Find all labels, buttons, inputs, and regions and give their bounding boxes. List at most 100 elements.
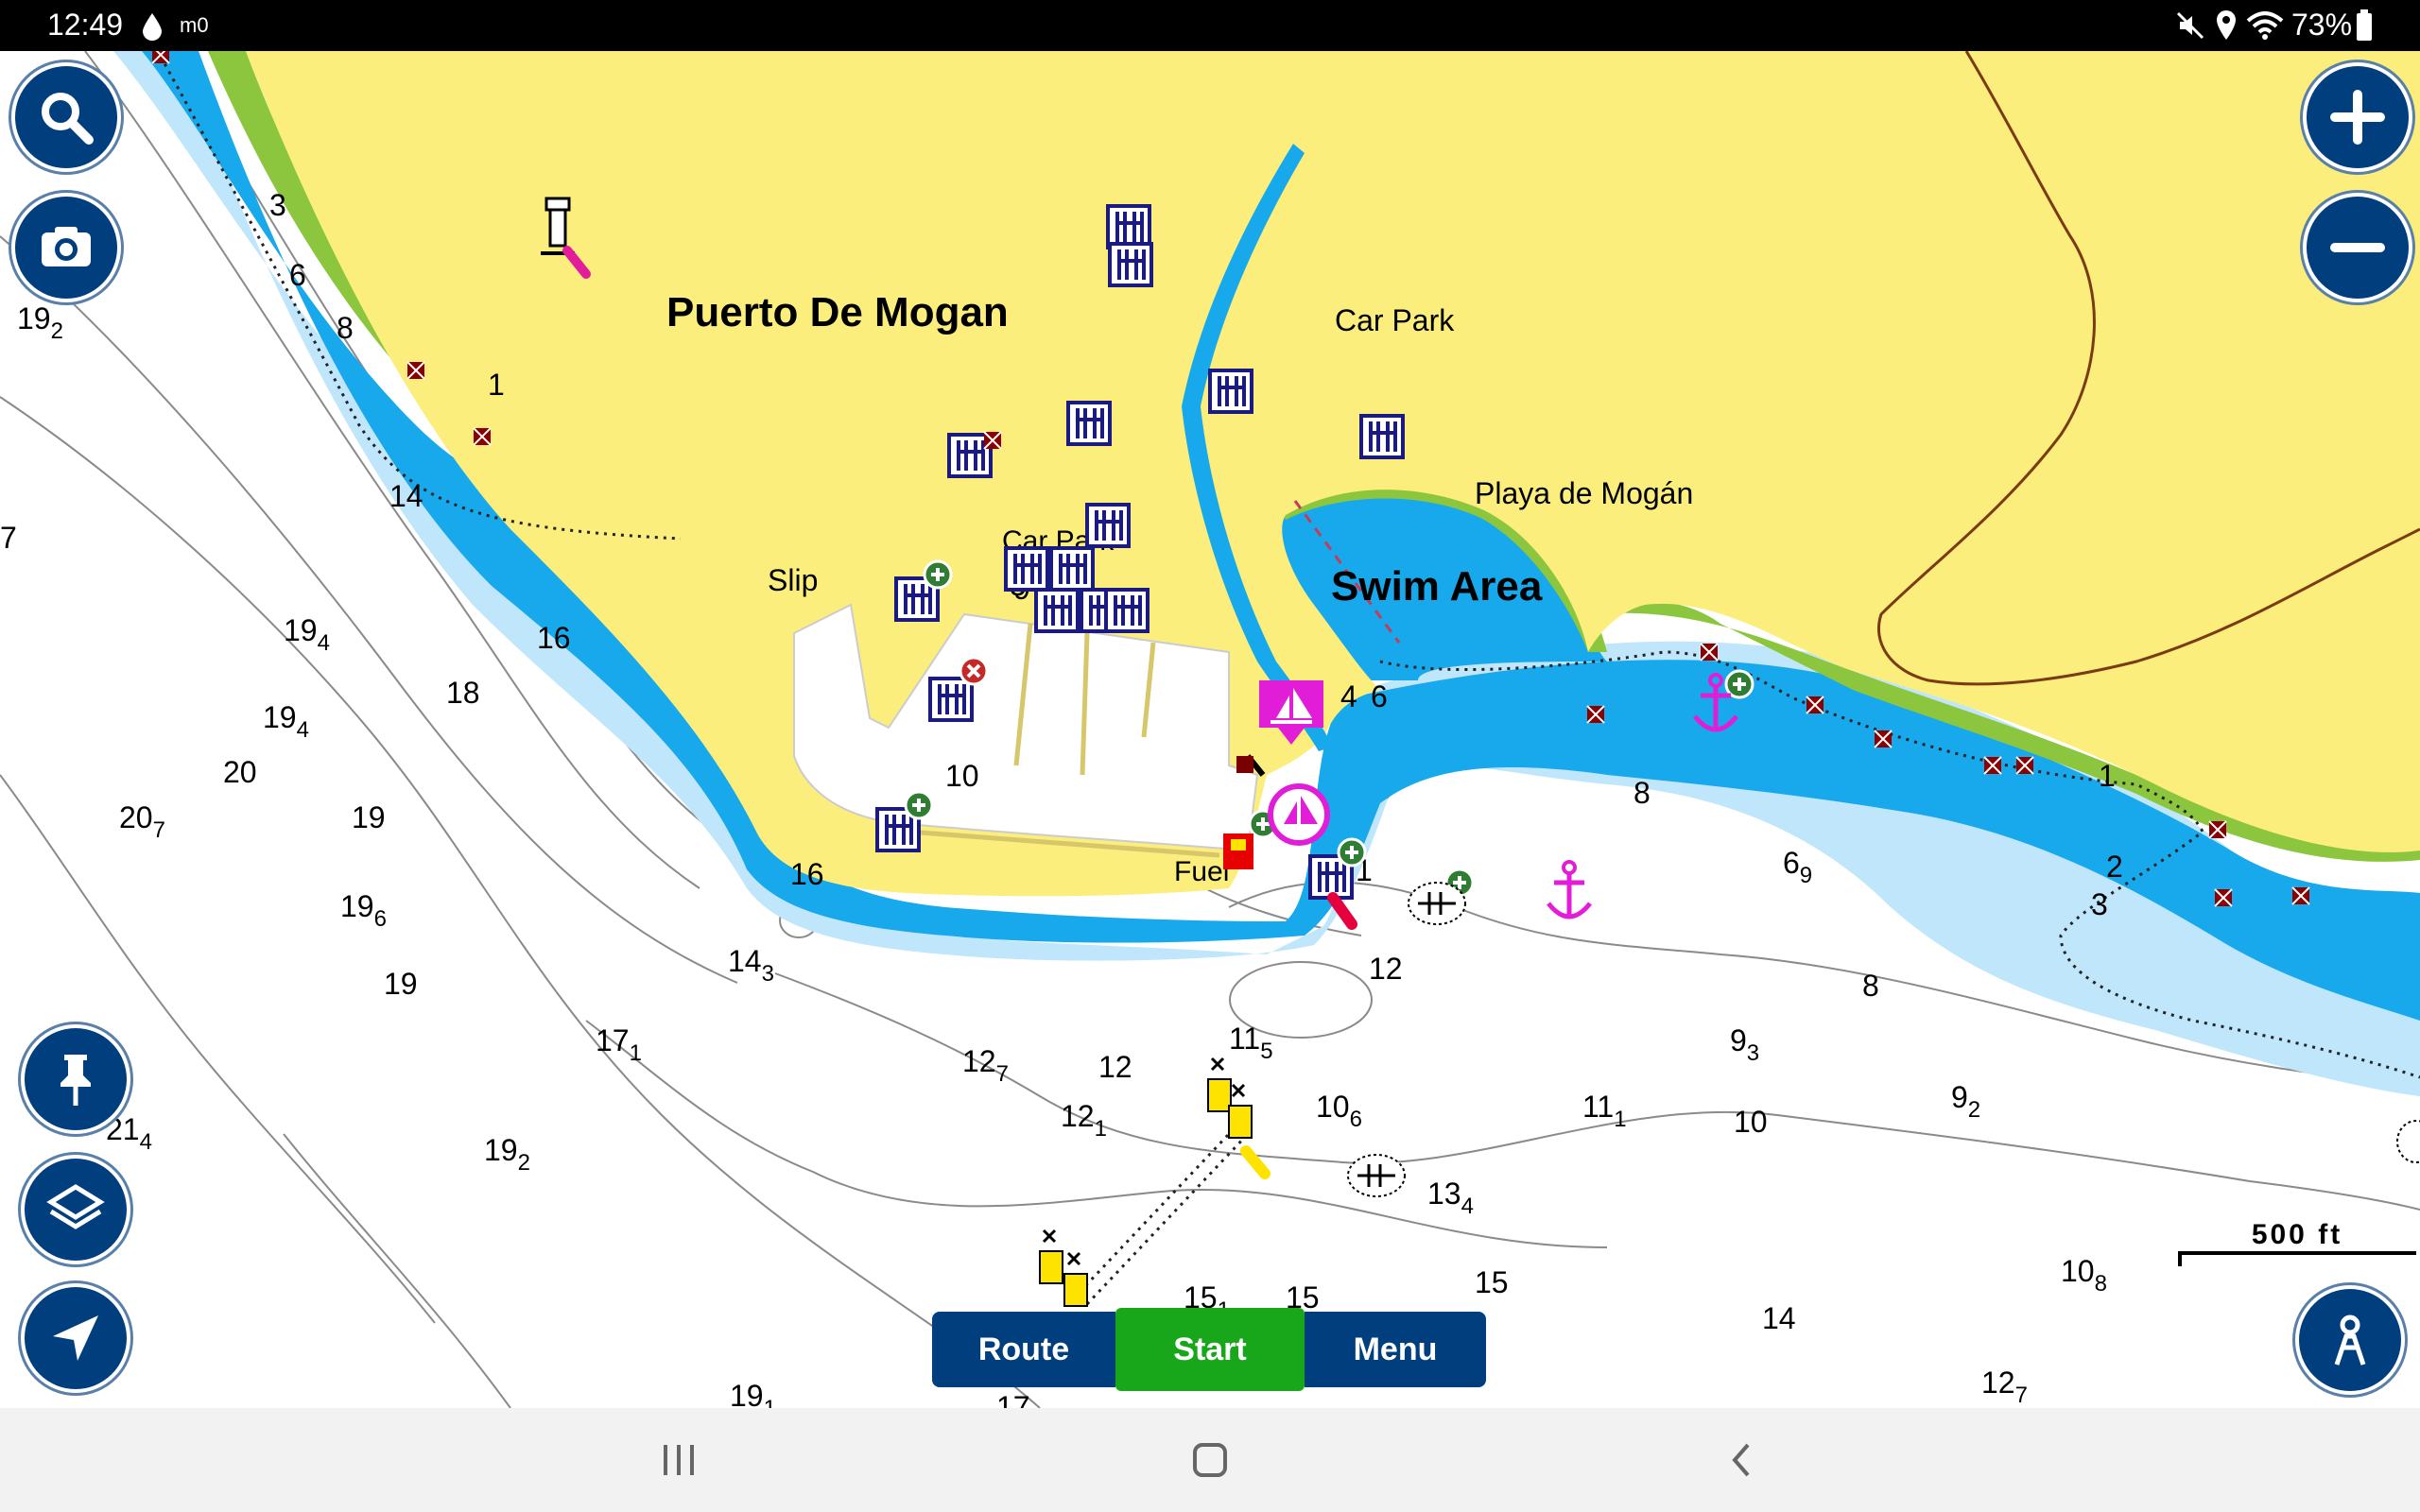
depth-sounding: 19 bbox=[384, 967, 418, 1001]
rock-icon bbox=[1806, 696, 1824, 714]
rock-icon bbox=[1586, 705, 1605, 724]
nautical-chart[interactable]: 500 ft Puerto De Mogan Car Park Car Park… bbox=[0, 51, 2420, 1408]
depth-sounding: 7 bbox=[0, 521, 17, 555]
layers-button[interactable] bbox=[21, 1155, 130, 1264]
person-icon bbox=[2334, 1314, 2366, 1366]
restaurant-icon[interactable] bbox=[1359, 414, 1405, 459]
depth-sounding: 10 bbox=[1734, 1105, 1768, 1139]
recent-apps-icon bbox=[664, 1445, 694, 1475]
depth-sounding: 12 bbox=[1098, 1050, 1132, 1084]
town-label: Puerto De Mogan bbox=[666, 289, 1009, 335]
zoom-in-icon bbox=[2330, 90, 2385, 145]
restaurant-icon[interactable] bbox=[1049, 546, 1095, 592]
depth-sounding: 14 bbox=[389, 479, 424, 513]
rock-icon bbox=[1700, 643, 1719, 662]
scale-bar-label: 500 ft bbox=[2252, 1219, 2342, 1250]
rock-icon bbox=[2291, 886, 2310, 905]
back-button[interactable] bbox=[1685, 1427, 1798, 1493]
mute-icon bbox=[2176, 11, 2204, 40]
depth-sounding: 2 bbox=[2106, 850, 2123, 884]
home-button[interactable] bbox=[1153, 1427, 1267, 1493]
zoom-out-icon bbox=[2330, 243, 2385, 252]
battery-icon bbox=[2357, 9, 2372, 41]
pushpin-button[interactable] bbox=[21, 1024, 130, 1134]
carrier-badge: m0 bbox=[180, 13, 209, 37]
rock-icon bbox=[1874, 730, 1893, 748]
location-icon bbox=[2217, 10, 2236, 40]
pushpin-icon bbox=[60, 1055, 91, 1106]
depth-sounding: 16 bbox=[537, 621, 571, 655]
depth-sounding: 10 bbox=[945, 759, 979, 793]
route-bar: Route Start Menu bbox=[932, 1308, 1486, 1391]
clock: 12:49 bbox=[47, 8, 124, 42]
camera-button[interactable] bbox=[11, 193, 121, 302]
home-icon bbox=[1193, 1443, 1227, 1477]
menu-button[interactable]: Menu bbox=[1305, 1312, 1486, 1387]
slip-label: Slip bbox=[768, 563, 818, 597]
zoom-in-button[interactable] bbox=[2303, 62, 2412, 172]
restaurant-icon[interactable] bbox=[1085, 503, 1131, 548]
depth-sounding: 6 bbox=[289, 258, 306, 292]
navigation-button[interactable] bbox=[21, 1283, 130, 1393]
layers-icon bbox=[46, 1184, 105, 1229]
depth-sounding: 8 bbox=[337, 311, 354, 345]
depth-sounding: 12 bbox=[1369, 952, 1403, 986]
restaurant-icon[interactable] bbox=[1066, 401, 1112, 446]
status-bar: 12:49 m0 73% bbox=[0, 0, 2420, 51]
medical-icon[interactable] bbox=[959, 656, 989, 686]
start-button[interactable]: Start bbox=[1115, 1308, 1305, 1391]
restaurant-icon[interactable] bbox=[1106, 204, 1151, 249]
depth-sounding: 1 bbox=[2099, 759, 2116, 793]
depth-sounding: 3 bbox=[2091, 887, 2108, 921]
marina-icon[interactable] bbox=[1268, 783, 1330, 846]
battery-percent: 73% bbox=[2291, 8, 2353, 42]
depth-sounding: 18 bbox=[446, 676, 480, 710]
restaurant-icon[interactable] bbox=[928, 677, 974, 722]
beach-label: Playa de Mogán bbox=[1475, 476, 1693, 510]
user-button[interactable] bbox=[2295, 1285, 2405, 1395]
depth-sounding: 14 bbox=[1762, 1301, 1796, 1335]
depth-sounding: 6 bbox=[1371, 679, 1388, 713]
rock-icon bbox=[1983, 756, 2002, 775]
depth-sounding: 1 bbox=[488, 368, 505, 402]
zoom-out-button[interactable] bbox=[2303, 193, 2412, 302]
restaurant-icon[interactable] bbox=[1004, 546, 1049, 592]
wifi-icon bbox=[2246, 11, 2284, 40]
droplet-icon bbox=[143, 13, 162, 41]
rock-icon bbox=[2208, 820, 2227, 839]
rock-icon bbox=[983, 431, 1002, 450]
search-button[interactable] bbox=[11, 62, 121, 172]
restaurant-icon[interactable] bbox=[1208, 369, 1253, 414]
depth-sounding: 3 bbox=[269, 188, 286, 222]
car-park-label: Car Park bbox=[1335, 303, 1455, 337]
rock-icon bbox=[406, 361, 425, 380]
navigation-arrow-icon bbox=[53, 1315, 98, 1361]
medical-icon[interactable] bbox=[1337, 837, 1367, 868]
fuel-label: Fuel bbox=[1174, 856, 1229, 887]
depth-sounding: 16 bbox=[790, 857, 824, 891]
depth-sounding: 17 bbox=[996, 1390, 1030, 1408]
fuel-icon[interactable] bbox=[1223, 833, 1253, 869]
medical-icon[interactable] bbox=[904, 790, 934, 820]
rock-icon bbox=[2214, 888, 2233, 907]
depth-sounding: 8 bbox=[1862, 969, 1879, 1003]
depth-sounding: 4 bbox=[1340, 679, 1357, 713]
depth-sounding: 19 bbox=[352, 800, 386, 834]
restaurant-icon[interactable] bbox=[1034, 588, 1080, 633]
restaurant-icon[interactable] bbox=[1108, 242, 1153, 287]
system-nav-bar bbox=[0, 1408, 2420, 1512]
depth-sounding: 15 bbox=[1475, 1265, 1509, 1299]
rock-icon bbox=[2015, 756, 2034, 775]
swim-area-label: Swim Area bbox=[1331, 563, 1543, 610]
search-icon bbox=[42, 93, 94, 145]
rock-icon bbox=[151, 51, 170, 64]
recent-apps-button[interactable] bbox=[622, 1427, 735, 1493]
back-icon bbox=[1732, 1443, 1750, 1477]
rock-icon bbox=[473, 427, 492, 446]
camera-icon bbox=[42, 227, 91, 266]
medical-icon[interactable] bbox=[923, 559, 953, 590]
depth-sounding: 8 bbox=[1634, 776, 1651, 810]
route-button[interactable]: Route bbox=[932, 1312, 1115, 1387]
restaurant-icon[interactable] bbox=[1104, 588, 1150, 633]
depth-sounding: 20 bbox=[223, 755, 257, 789]
